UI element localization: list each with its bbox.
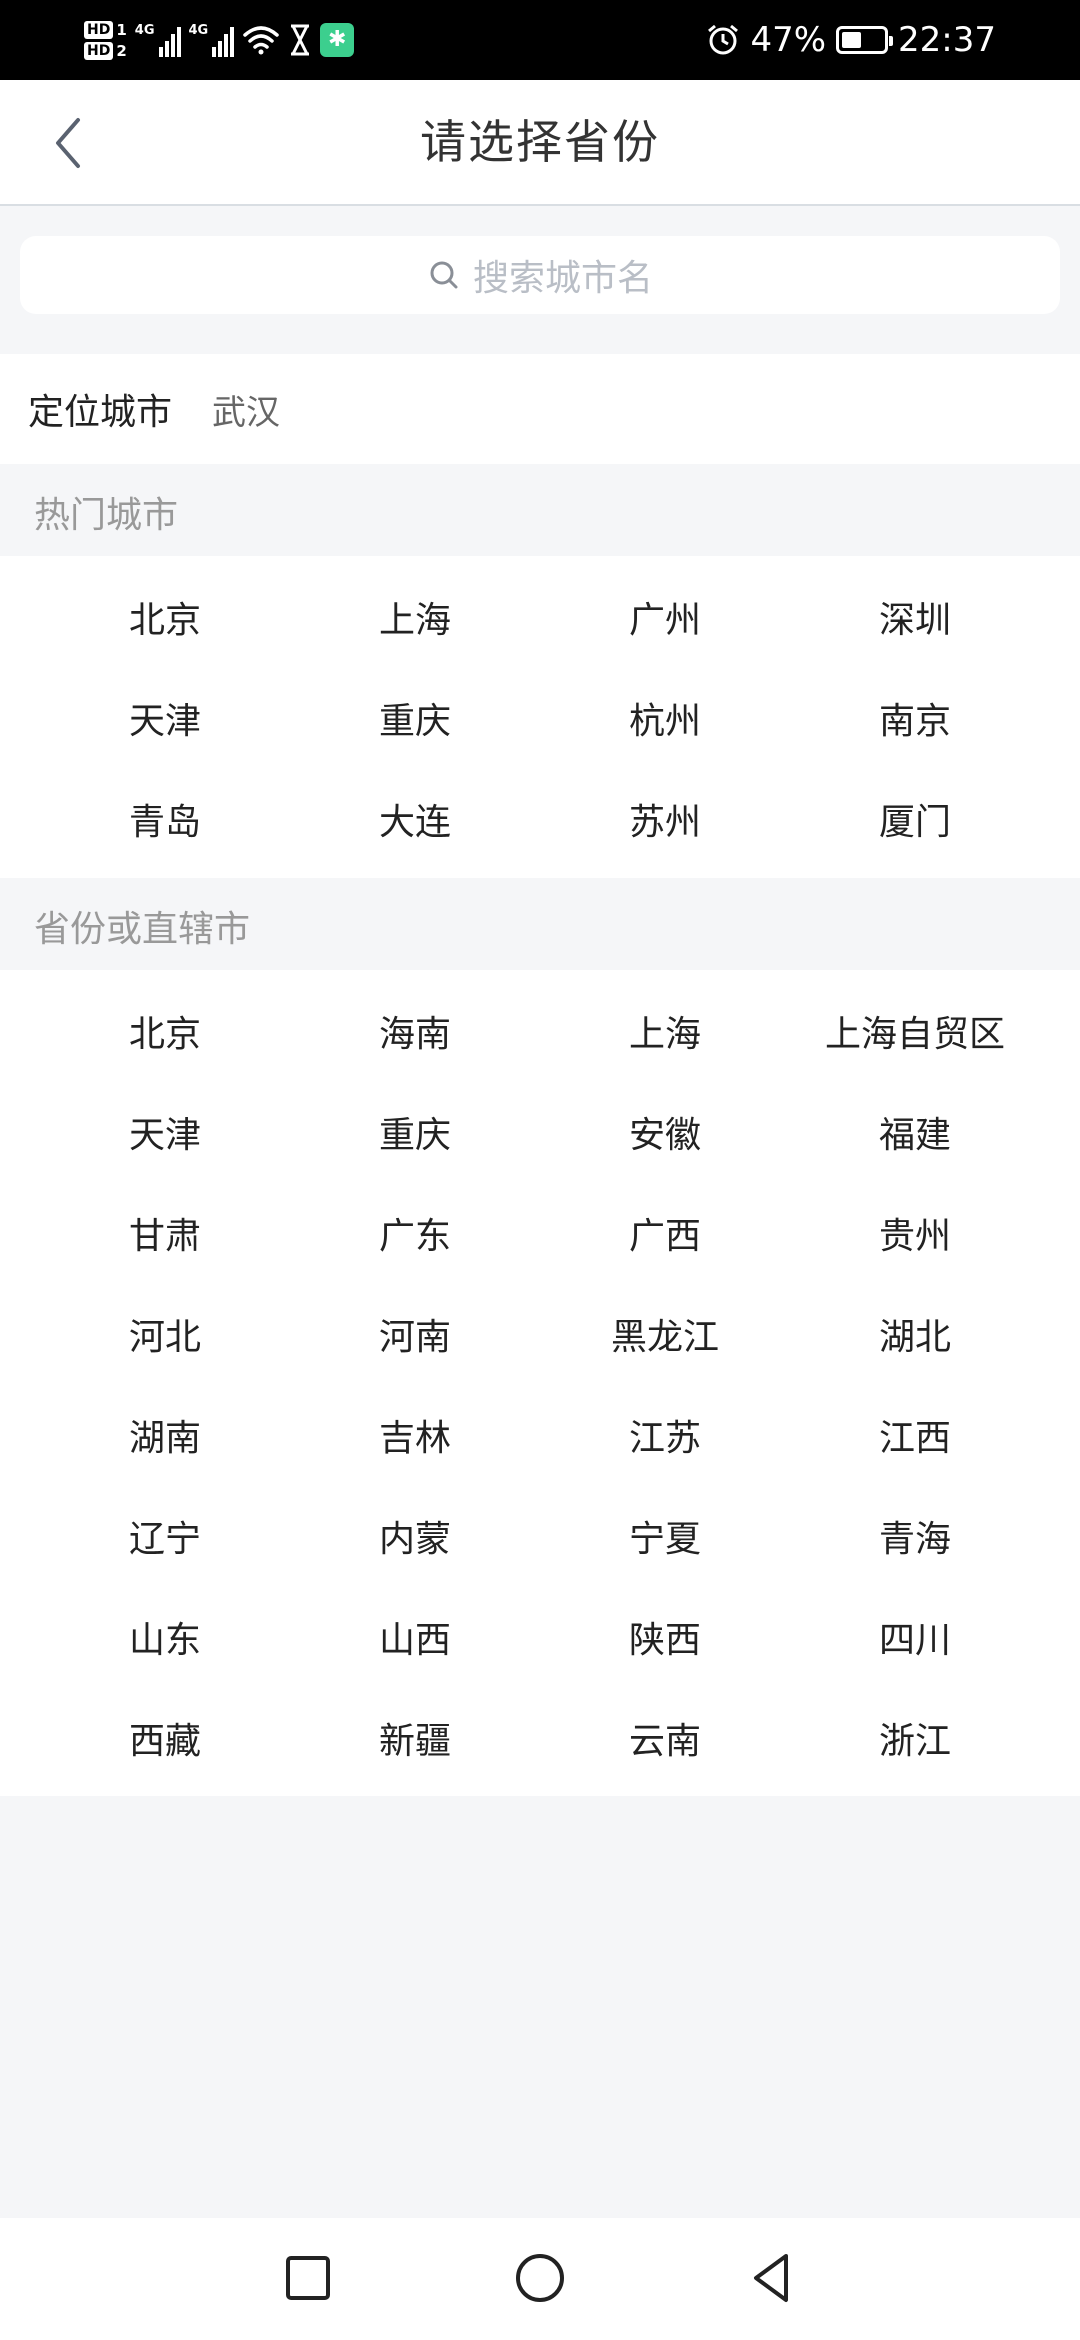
home-circle-icon[interactable] bbox=[510, 2248, 570, 2308]
city-item[interactable]: 天津 bbox=[40, 692, 290, 744]
grid-row: 北京 上海 广州 深圳 bbox=[0, 566, 1080, 667]
city-item[interactable]: 重庆 bbox=[290, 692, 540, 744]
sim-indicators: HD 1 HD 2 bbox=[84, 20, 127, 60]
grid-row: 辽宁 内蒙 宁夏 青海 bbox=[0, 1485, 1080, 1586]
hd-badge: HD bbox=[84, 41, 114, 60]
province-item[interactable]: 吉林 bbox=[290, 1409, 540, 1461]
province-item[interactable]: 青海 bbox=[790, 1510, 1040, 1562]
city-item[interactable]: 大连 bbox=[290, 793, 540, 845]
location-label: 定位城市 bbox=[28, 392, 173, 433]
province-item[interactable]: 上海自贸区 bbox=[790, 1005, 1040, 1057]
status-right: 47% 22:37 bbox=[706, 10, 996, 70]
city-item[interactable]: 苏州 bbox=[540, 793, 790, 845]
back-triangle-icon[interactable] bbox=[742, 2248, 802, 2308]
status-left: HD 1 HD 2 4G 4G ✱ bbox=[84, 10, 355, 70]
section-title-provinces: 省份或直辖市 bbox=[0, 878, 1080, 970]
province-item[interactable]: 甘肃 bbox=[40, 1207, 290, 1259]
status-bar: HD 1 HD 2 4G 4G ✱ 47% 22:37 bbox=[0, 0, 1080, 80]
province-item[interactable]: 天津 bbox=[40, 1106, 290, 1158]
province-item[interactable]: 福建 bbox=[790, 1106, 1040, 1158]
hd-badge: HD bbox=[84, 20, 114, 39]
province-item[interactable]: 河北 bbox=[40, 1308, 290, 1360]
sim-number: 2 bbox=[116, 41, 127, 60]
located-city[interactable]: 武汉 bbox=[212, 385, 280, 434]
city-item[interactable]: 北京 bbox=[40, 591, 290, 643]
grid-row: 西藏 新疆 云南 浙江 bbox=[0, 1687, 1080, 1788]
province-item[interactable]: 湖北 bbox=[790, 1308, 1040, 1360]
sim1-indicator: HD 1 bbox=[84, 20, 127, 39]
province-item[interactable]: 辽宁 bbox=[40, 1510, 290, 1562]
province-item[interactable]: 宁夏 bbox=[540, 1510, 790, 1562]
city-item[interactable]: 杭州 bbox=[540, 692, 790, 744]
search-area: 搜索城市名 bbox=[0, 206, 1080, 354]
province-item[interactable]: 浙江 bbox=[790, 1712, 1040, 1764]
hourglass-icon bbox=[291, 24, 310, 56]
network-type: 4G bbox=[188, 23, 209, 38]
clock: 22:37 bbox=[898, 20, 996, 60]
search-placeholder: 搜索城市名 bbox=[472, 258, 653, 299]
grid-row: 山东 山西 陕西 四川 bbox=[0, 1586, 1080, 1687]
province-item[interactable]: 陕西 bbox=[540, 1611, 790, 1663]
app-header: 请选择省份 bbox=[0, 80, 1080, 206]
province-item[interactable]: 上海 bbox=[540, 1005, 790, 1057]
province-item[interactable]: 海南 bbox=[290, 1005, 540, 1057]
province-item[interactable]: 新疆 bbox=[290, 1712, 540, 1764]
province-item[interactable]: 江西 bbox=[790, 1409, 1040, 1461]
province-item[interactable]: 云南 bbox=[540, 1712, 790, 1764]
battery-icon bbox=[836, 26, 894, 54]
network-type: 4G bbox=[134, 23, 155, 38]
search-input[interactable]: 搜索城市名 bbox=[20, 236, 1060, 314]
grid-row: 北京 海南 上海 上海自贸区 bbox=[0, 980, 1080, 1081]
province-item[interactable]: 河南 bbox=[290, 1308, 540, 1360]
province-item[interactable]: 四川 bbox=[790, 1611, 1040, 1663]
hot-cities-grid: 北京 上海 广州 深圳 天津 重庆 杭州 南京 青岛 大连 苏州 厦门 bbox=[0, 556, 1080, 878]
city-item[interactable]: 青岛 bbox=[40, 793, 290, 845]
province-item[interactable]: 内蒙 bbox=[290, 1510, 540, 1562]
province-item[interactable]: 湖南 bbox=[40, 1409, 290, 1461]
province-item[interactable]: 广东 bbox=[290, 1207, 540, 1259]
alarm-icon bbox=[708, 24, 739, 55]
city-item[interactable]: 广州 bbox=[540, 591, 790, 643]
province-item[interactable]: 西藏 bbox=[40, 1712, 290, 1764]
sim2-indicator: HD 2 bbox=[84, 41, 127, 60]
signal-icon: 4G bbox=[189, 23, 235, 57]
app-notification-icon: ✱ bbox=[320, 23, 355, 57]
grid-row: 天津 重庆 杭州 南京 bbox=[0, 667, 1080, 768]
signal-icon: 4G bbox=[135, 23, 181, 57]
page-title: 请选择省份 bbox=[420, 115, 660, 169]
city-item[interactable]: 深圳 bbox=[790, 591, 1040, 643]
sim-number: 1 bbox=[116, 20, 127, 39]
battery-fill bbox=[842, 32, 862, 48]
grid-row: 青岛 大连 苏州 厦门 bbox=[0, 768, 1080, 869]
city-item[interactable]: 南京 bbox=[790, 692, 1040, 744]
grid-row: 天津 重庆 安徽 福建 bbox=[0, 1081, 1080, 1182]
province-item[interactable]: 黑龙江 bbox=[540, 1308, 790, 1360]
battery-percent: 47% bbox=[750, 20, 827, 60]
city-item[interactable]: 上海 bbox=[290, 591, 540, 643]
search-icon bbox=[430, 261, 458, 289]
recents-square-icon[interactable] bbox=[278, 2248, 338, 2308]
province-item[interactable]: 山西 bbox=[290, 1611, 540, 1663]
province-item[interactable]: 安徽 bbox=[540, 1106, 790, 1158]
grid-row: 甘肃 广东 广西 贵州 bbox=[0, 1182, 1080, 1283]
city-item[interactable]: 厦门 bbox=[790, 793, 1040, 845]
provinces-grid: 北京 海南 上海 上海自贸区 天津 重庆 安徽 福建 甘肃 广东 广西 贵州 河… bbox=[0, 970, 1080, 1796]
province-item[interactable]: 重庆 bbox=[290, 1106, 540, 1158]
province-item[interactable]: 江苏 bbox=[540, 1409, 790, 1461]
location-row: 定位城市 武汉 bbox=[0, 354, 1080, 464]
system-nav-bar bbox=[0, 2218, 1080, 2340]
section-title-hot-cities: 热门城市 bbox=[0, 464, 1080, 556]
province-item[interactable]: 广西 bbox=[540, 1207, 790, 1259]
grid-row: 河北 河南 黑龙江 湖北 bbox=[0, 1283, 1080, 1384]
province-item[interactable]: 山东 bbox=[40, 1611, 290, 1663]
province-item[interactable]: 北京 bbox=[40, 1005, 290, 1057]
province-item[interactable]: 贵州 bbox=[790, 1207, 1040, 1259]
grid-row: 湖南 吉林 江苏 江西 bbox=[0, 1384, 1080, 1485]
wifi-icon bbox=[243, 26, 279, 55]
